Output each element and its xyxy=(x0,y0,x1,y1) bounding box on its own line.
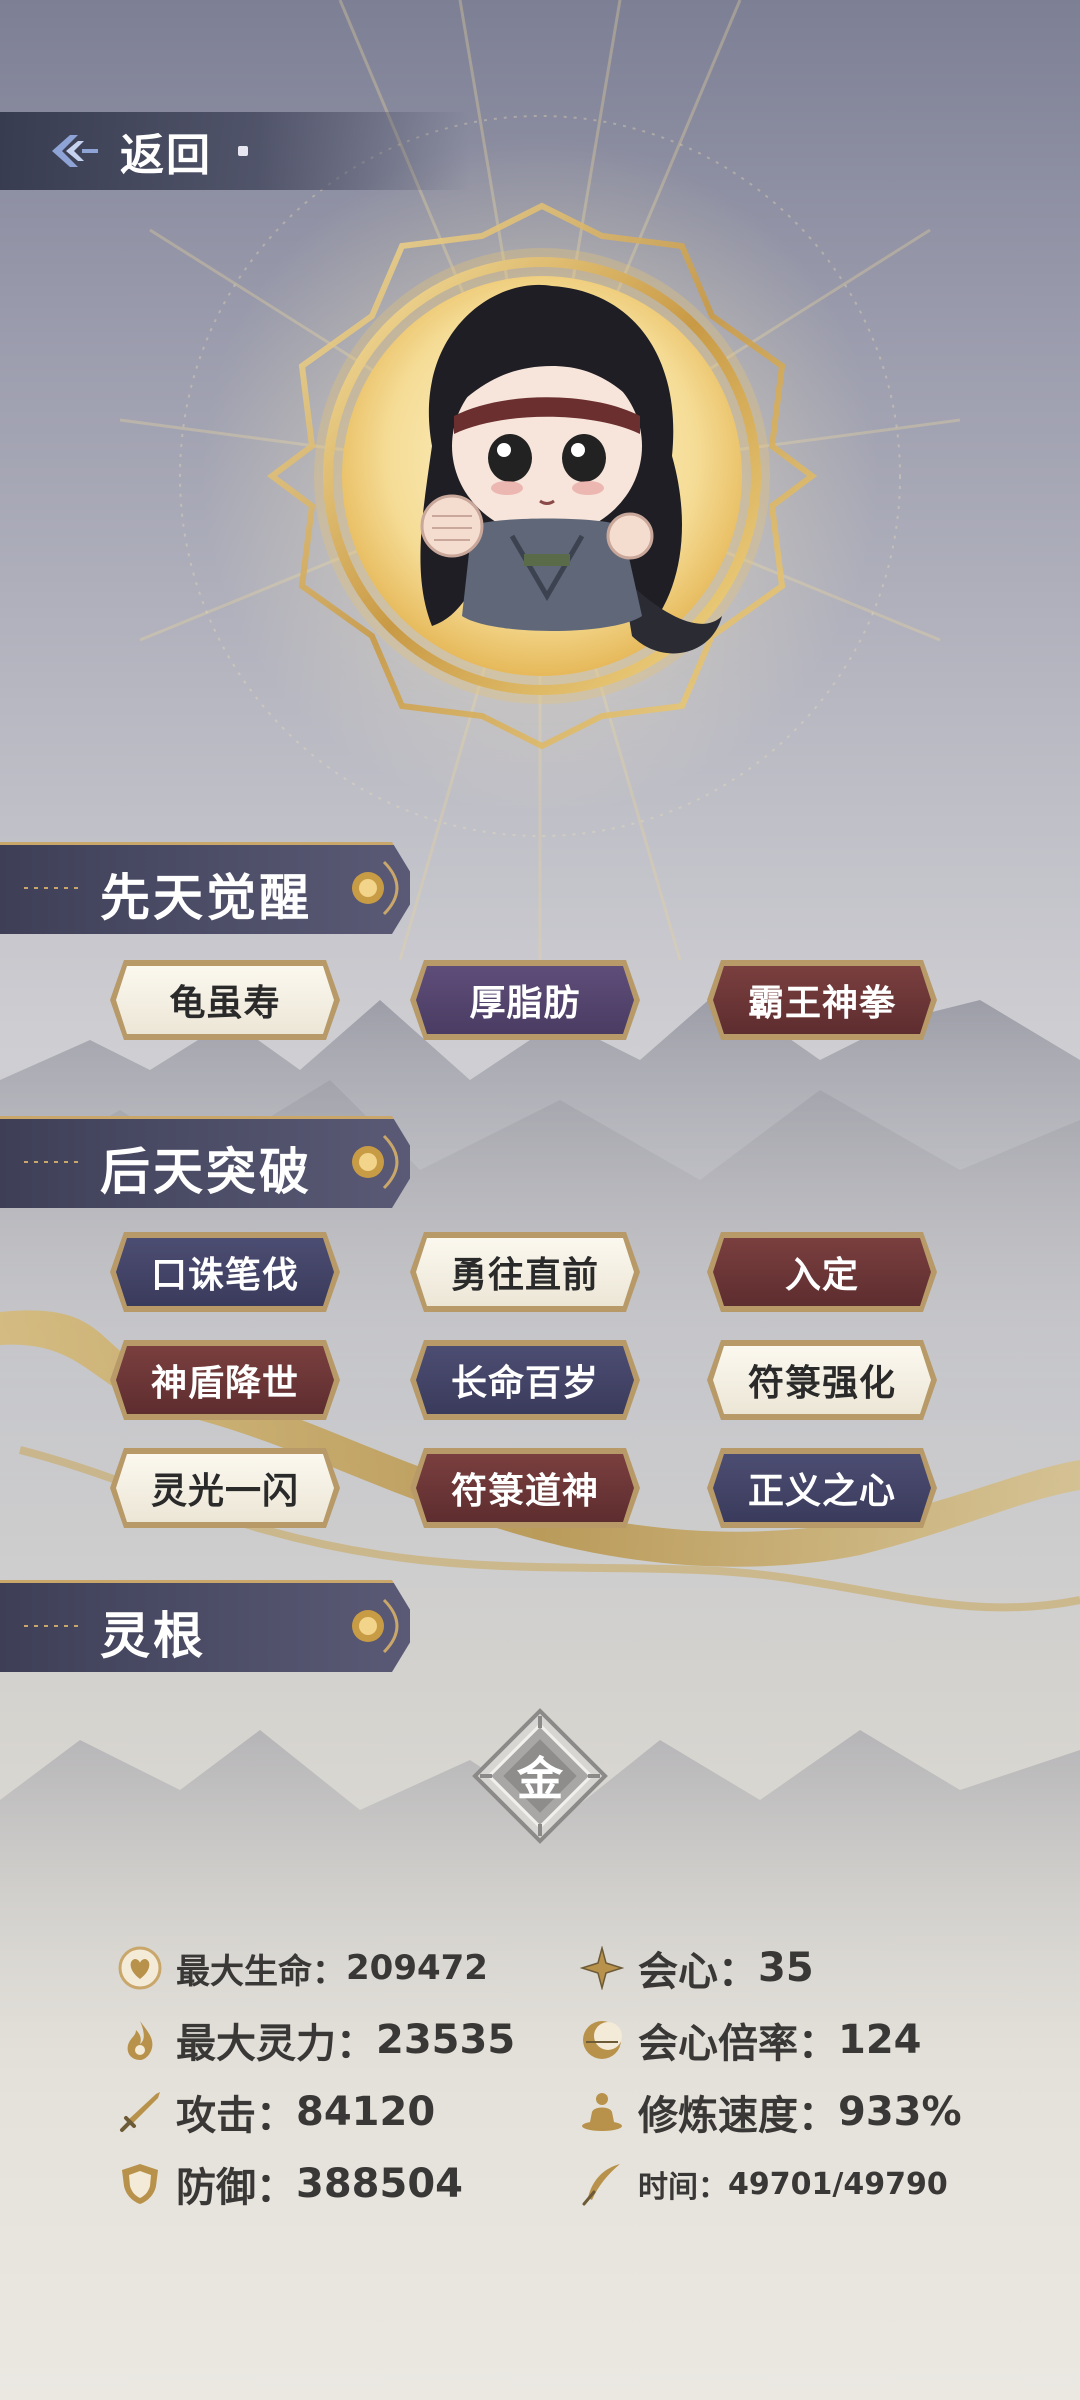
stat-label: 防御： xyxy=(176,2165,296,2211)
acquired-tag-row-1: 口诛笔伐 勇往直前 入定 xyxy=(0,1232,1080,1316)
tag-acquired-2[interactable]: 勇往直前 xyxy=(410,1232,640,1312)
tag-innate-2[interactable]: 厚脂肪 xyxy=(410,960,640,1040)
sword-icon xyxy=(120,2092,160,2132)
stat-label: 会心： xyxy=(638,1949,758,1995)
tag-acquired-7[interactable]: 灵光一闪 xyxy=(110,1448,340,1528)
stat-value: 933% xyxy=(838,2089,962,2135)
stat-value: 388504 xyxy=(296,2161,463,2207)
stat-crit: 会心： 35 xyxy=(580,1938,814,1998)
stat-value: 84120 xyxy=(296,2089,436,2135)
tag-acquired-9[interactable]: 正义之心 xyxy=(707,1448,937,1528)
section-header-spirit-root: 灵根 xyxy=(0,1580,420,1672)
acquired-tag-row-3: 灵光一闪 符箓道神 正义之心 xyxy=(0,1448,1080,1532)
back-label: 返回 xyxy=(120,130,212,181)
tag-acquired-4[interactable]: 神盾降世 xyxy=(110,1340,340,1420)
stat-max-hp: 最大生命： 209472 xyxy=(118,1938,488,1998)
stat-value: 49701/49790 xyxy=(728,2166,948,2202)
section-ornament-icon xyxy=(24,1598,399,1654)
stat-max-spirit: 最大灵力： 23535 xyxy=(118,2010,515,2070)
meditation-icon xyxy=(582,2093,622,2131)
stat-defense: 防御： 388504 xyxy=(118,2154,463,2214)
crescent-icon xyxy=(583,2021,622,2059)
section-title-innate: 先天觉醒 xyxy=(100,869,312,927)
stat-attack: 攻击： 84120 xyxy=(118,2082,435,2142)
starburst-icon xyxy=(580,1946,624,1990)
stat-label: 最大灵力： xyxy=(176,2021,376,2067)
stat-value: 23535 xyxy=(376,2017,516,2063)
stat-label: 修炼速度： xyxy=(638,2093,838,2139)
tag-acquired-5[interactable]: 长命百岁 xyxy=(410,1340,640,1420)
tag-acquired-6[interactable]: 符箓强化 xyxy=(707,1340,937,1420)
tag-acquired-8[interactable]: 符箓道神 xyxy=(410,1448,640,1528)
stat-value: 124 xyxy=(838,2017,922,2063)
tag-acquired-3[interactable]: 入定 xyxy=(707,1232,937,1312)
stat-label: 时间： xyxy=(638,2170,728,2205)
stat-cultivation-speed: 修炼速度： 933% xyxy=(580,2082,962,2142)
stat-value: 35 xyxy=(758,1945,814,1991)
flame-icon xyxy=(127,2021,153,2060)
character-avatar xyxy=(262,196,822,756)
tag-acquired-1[interactable]: 口诛笔伐 xyxy=(110,1232,340,1312)
section-header-acquired: 后天突破 xyxy=(0,1116,420,1208)
stat-label: 攻击： xyxy=(176,2093,296,2139)
stat-crit-rate: 会心倍率： 124 xyxy=(580,2010,922,2070)
tag-innate-3[interactable]: 霸王神拳 xyxy=(707,960,937,1040)
back-arrow-icon xyxy=(52,135,98,167)
shield-icon xyxy=(122,2164,158,2204)
acquired-tag-row-2: 神盾降世 长命百岁 符箓强化 xyxy=(0,1340,1080,1424)
back-button[interactable]: 返回 xyxy=(0,112,248,190)
stat-label: 会心倍率： xyxy=(638,2021,838,2067)
stat-value: 209472 xyxy=(346,1948,488,1988)
feather-icon xyxy=(582,2164,620,2206)
tag-innate-1[interactable]: 龟虽寿 xyxy=(110,960,340,1040)
stat-time: 时间： 49701/49790 xyxy=(580,2154,948,2214)
section-title-acquired: 后天突破 xyxy=(100,1143,312,1201)
heart-icon xyxy=(118,1946,162,1990)
spirit-root-element: 金 xyxy=(517,1752,563,1806)
spirit-root-emblem[interactable]: 金 xyxy=(470,1706,610,1846)
innate-tag-row: 龟虽寿 厚脂肪 霸王神拳 xyxy=(0,960,1080,1044)
header-dot-ornament xyxy=(238,146,248,156)
top-bar: 返回 xyxy=(0,112,470,190)
stat-label: 最大生命： xyxy=(176,1951,346,1992)
avatar-frame xyxy=(267,202,817,750)
section-header-innate: 先天觉醒 xyxy=(0,842,420,934)
section-title-spirit-root: 灵根 xyxy=(100,1607,206,1665)
